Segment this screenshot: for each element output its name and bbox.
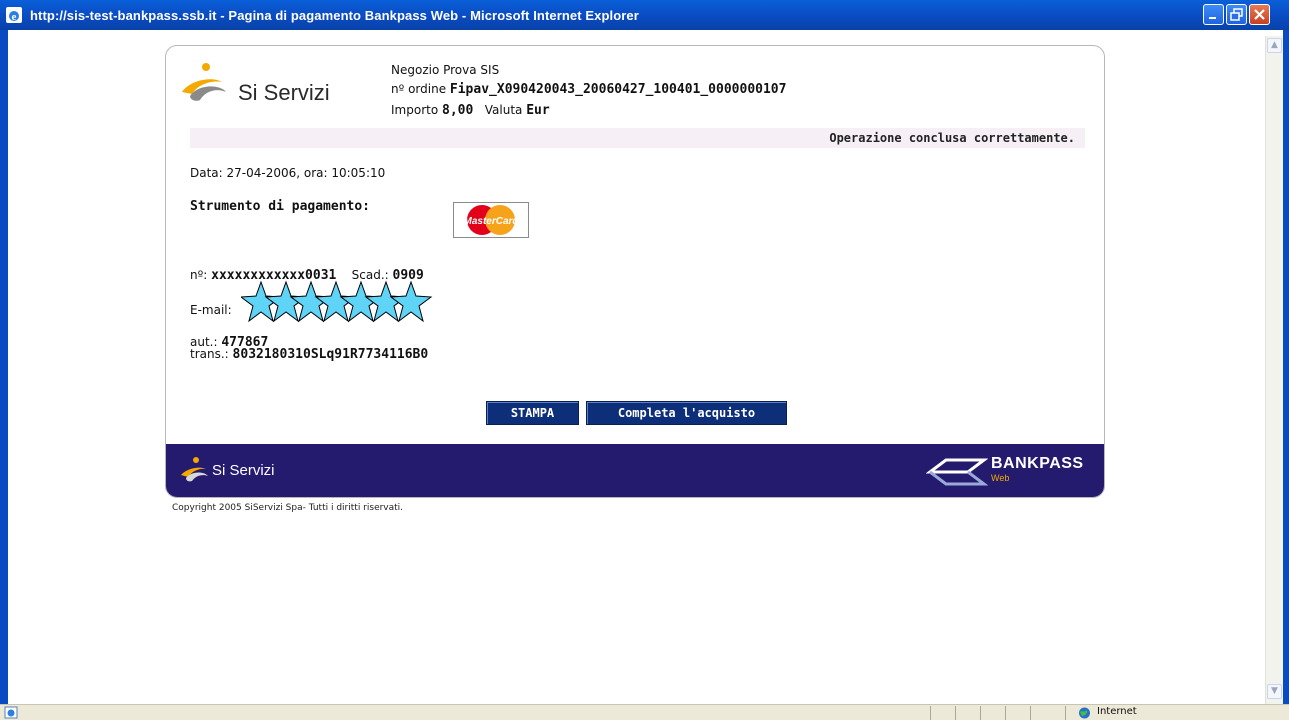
order-value: Fipav_X090420043_20060427_100401_0000000… <box>449 82 787 97</box>
status-separator <box>1005 706 1006 720</box>
date-line: Data: 27-04-2006, ora: 10:05:10 <box>190 166 386 180</box>
bankpass-web-text: Web <box>991 473 1010 483</box>
payment-method-text: Strumento di pagamento: <box>190 199 371 214</box>
amount-label: Importo <box>391 103 439 117</box>
restore-icon <box>1230 8 1243 21</box>
payment-method-label: Strumento di pagamento: <box>190 199 370 214</box>
merchant-name: Negozio Prova SIS <box>391 63 500 77</box>
window-titlebar[interactable]: e http://sis-test-bankpass.ssb.it - Pagi… <box>0 0 1289 30</box>
footer-band: Si Servizi BANKPASS Web <box>166 444 1104 497</box>
page-content: Si Servizi Negozio Prova SIS nº ordine F… <box>8 30 1265 704</box>
status-message: Operazione conclusa correttamente. <box>829 131 1075 145</box>
amount-value: 8,00 <box>442 103 474 118</box>
copyright-text: Copyright 2005 SiServizi Spa- Tutti i di… <box>172 503 404 513</box>
status-separator <box>980 706 981 720</box>
mastercard-icon: MasterCard <box>463 205 519 235</box>
browser-status-bar: Internet <box>0 704 1289 720</box>
minimize-button[interactable] <box>1203 4 1224 25</box>
internet-zone-icon <box>1079 707 1090 719</box>
status-separator <box>930 706 931 720</box>
complete-purchase-button[interactable]: Completa l'acquisto <box>586 401 787 425</box>
logo-text: Si Servizi <box>238 80 330 105</box>
zone-label: Internet <box>1097 706 1137 717</box>
status-separator <box>1030 706 1031 720</box>
currency-label: Valuta <box>484 103 523 117</box>
status-strip: Operazione conclusa correttamente. <box>190 128 1085 148</box>
close-icon <box>1254 9 1265 20</box>
minimize-icon <box>1209 17 1216 19</box>
trans-line: trans.: 8032180310SLq91R7734116B0 <box>190 347 428 362</box>
email-line: E-mail: <box>190 303 232 317</box>
window-frame-left <box>0 30 8 704</box>
trans-label: trans.: <box>190 347 229 361</box>
svg-text:e: e <box>12 11 17 23</box>
footer-logo-text: Si Servizi <box>212 462 275 479</box>
internet-explorer-icon: e <box>6 7 22 23</box>
currency-value: Eur <box>526 103 550 118</box>
card-brand-label: MasterCard <box>463 216 519 227</box>
order-label: nº ordine <box>391 82 447 96</box>
close-button[interactable] <box>1249 4 1270 25</box>
si-servizi-logo: Si Servizi <box>176 58 356 108</box>
page-status-icon <box>4 706 18 719</box>
si-servizi-logo-icon <box>182 63 226 101</box>
vertical-scrollbar[interactable]: ▲ ▼ <box>1265 36 1283 704</box>
card-number-label: nº: <box>190 268 208 282</box>
scroll-up-button[interactable]: ▲ <box>1267 38 1282 53</box>
chevron-down-icon: ▼ <box>1271 686 1278 696</box>
scroll-down-button[interactable]: ▼ <box>1267 684 1282 699</box>
chevron-up-icon: ▲ <box>1271 40 1278 50</box>
email-label: E-mail: <box>190 303 232 317</box>
si-servizi-footer-logo-icon <box>181 457 208 482</box>
status-separator <box>955 706 956 720</box>
email-redaction-stars <box>241 280 433 323</box>
bankpass-logo-icon <box>926 458 988 486</box>
payment-receipt-card: Si Servizi Negozio Prova SIS nº ordine F… <box>165 45 1105 498</box>
print-button[interactable]: STAMPA <box>486 401 579 425</box>
trans-value: 8032180310SLq91R7734116B0 <box>232 347 429 362</box>
window-title: http://sis-test-bankpass.ssb.it - Pagina… <box>30 8 639 23</box>
bankpass-text: BANKPASS <box>991 455 1084 472</box>
restore-button[interactable] <box>1226 4 1247 25</box>
status-separator <box>1065 706 1066 720</box>
amount-line: Importo 8,00 Valuta Eur <box>391 103 550 118</box>
mastercard-logo: MasterCard <box>453 202 529 238</box>
window-frame-right <box>1283 30 1289 704</box>
order-line: nº ordine Fipav_X090420043_20060427_1004… <box>391 82 786 97</box>
